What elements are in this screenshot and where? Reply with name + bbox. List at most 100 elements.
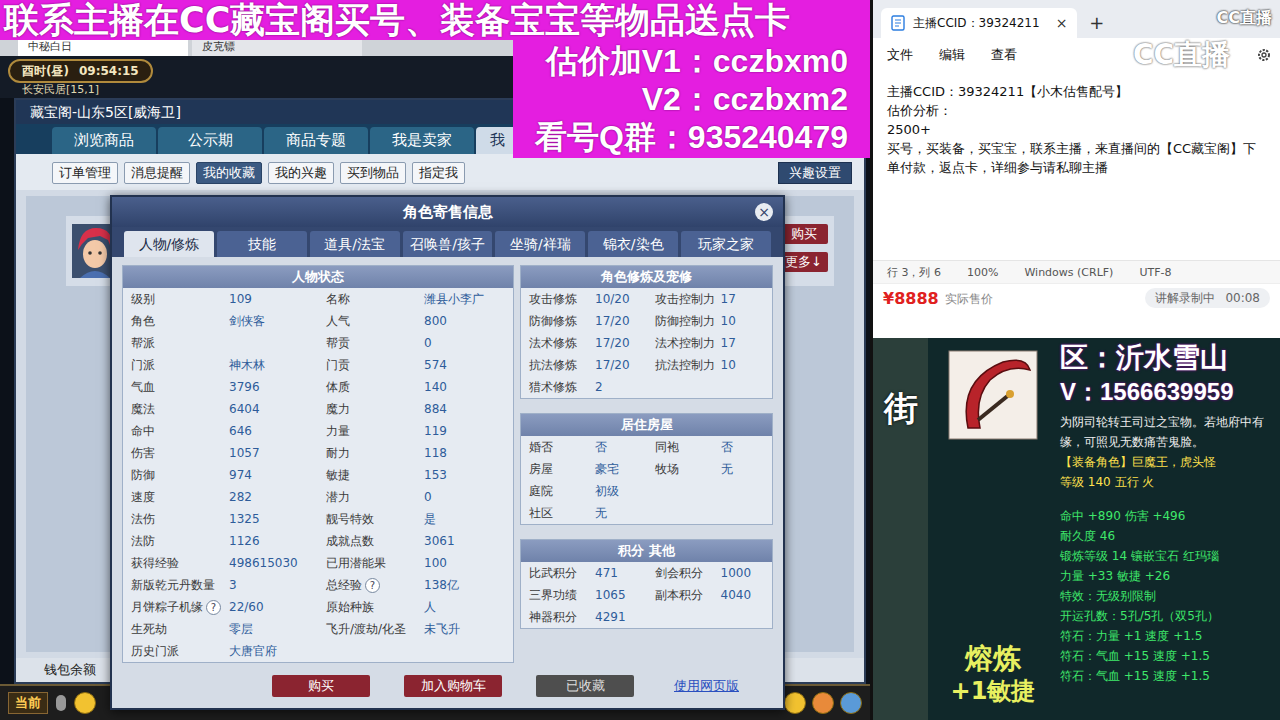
dialog-tab[interactable]: 坐骑/祥瑞 [495,231,585,257]
emote-icon[interactable] [74,692,96,714]
interest-settings-button[interactable]: 兴趣设置 [778,162,852,184]
info-grid: 婚否 否房屋 豪宅庭院 初级社区 无同袍 否牧场 无 [521,436,772,524]
info-value: 4040 [721,588,752,602]
info-row: 同袍 否 [647,436,773,458]
main-tab[interactable]: 公示期 [158,127,262,154]
dialog-tab[interactable]: 技能 [217,231,307,257]
stat-row: 已用潜能果 100 [318,552,513,574]
stat-label: 门派 [131,357,229,374]
menu-item[interactable]: 查看 [991,46,1017,64]
help-icon[interactable]: ? [365,578,380,593]
notepad-status-bar: 行 3，列 6100%Windows (CRLF)UTF-8 [873,260,1280,283]
system-icon[interactable] [840,692,862,714]
dialog-action-button[interactable]: 购买 [272,675,370,697]
stream-screen: 中秘白日皮克镖 酉时(昼) 09:54:15 长安民居[15,1] 藏宝阁-山东… [0,0,1280,720]
stat-row: 敏捷 153 [318,464,513,486]
stat-label: 原始种族 [326,599,424,616]
text-line: 主播CCID：39324211【小木估售配号】 [887,82,1266,101]
sub-tab[interactable]: 订单管理 [52,162,118,184]
info-row: 法术控制力 17 [647,332,773,354]
listing-action-button[interactable]: 更多↓ [779,252,828,272]
stat-label: 成就点数 [326,533,424,550]
notepad-text[interactable]: 主播CCID：39324211【小木估售配号】估价分析：2500+买号，买装备，… [873,72,1280,260]
main-tab[interactable]: 我是卖家 [370,127,474,154]
dialog-tab[interactable]: 玩家之家 [681,231,771,257]
info-section: 角色修炼及宠修 攻击修炼 10/20防御修炼 17/20法术修炼 17/20抗法… [520,265,773,399]
stat-row: 获得经验 498615030 [123,552,318,574]
dialog-title: 角色寄售信息 × [112,197,783,227]
info-value: 4291 [595,610,626,624]
stat-row: 法伤 1325 [123,508,318,530]
stat-label: 敏捷 [326,467,424,484]
stat-value: 574 [424,358,447,372]
stat-label: 门贡 [326,357,424,374]
info-row: 防御修炼 17/20 [521,310,647,332]
listing-action-button[interactable]: 购买 [779,224,828,244]
stat-value: 153 [424,468,447,482]
microphone-icon[interactable] [56,695,66,711]
dialog-tab[interactable]: 锦衣/染色 [588,231,678,257]
stat-label: 月饼粽子机缘? [131,599,229,616]
info-label: 房屋 [529,461,595,478]
browser-tab[interactable]: 皮克镖 [192,38,362,56]
help-icon[interactable]: ? [206,600,221,615]
smiley-icon[interactable] [784,692,806,714]
stat-label: 命中 [131,423,229,440]
menu-item[interactable]: 文件 [887,46,913,64]
info-row: 抗法修炼 17/20 [521,354,647,376]
info-row: 比武积分 471 [521,562,647,584]
stat-row: 伤害 1057 [123,442,318,464]
sub-tab[interactable]: 消息提醒 [124,162,190,184]
dialog-actions: 购买 加入购物车 已收藏 使用网页版 [112,664,783,708]
price-strip: ¥8888 实际售价 讲解录制中 00:08 [873,283,1280,338]
info-value: 17/20 [595,314,630,328]
notepad-window: 主播CCID：39324211 × + CC直播 文件编辑查看 CC直播 主播C… [873,0,1280,283]
main-tab[interactable]: 商品专题 [264,127,368,154]
new-tab-button[interactable]: + [1089,8,1104,38]
stat-label: 气血 [131,379,229,396]
stat-row: 魔法 6404 [123,398,318,420]
stat-row: 成就点数 3061 [318,530,513,552]
info-value: 1000 [721,566,752,580]
stat-value: 0 [424,490,432,504]
stat-row: 级别 109 [123,288,318,310]
promo-banner: 联系主播在CC藏宝阁买号、装备宝宝等物品送点卡 [0,0,870,40]
friend-icon[interactable] [812,692,834,714]
listing-actions: 购买更多↓ [779,224,828,272]
close-button[interactable]: × [755,203,773,221]
info-label: 婚否 [529,439,595,456]
stat-value: 800 [424,314,447,328]
dialog-tab[interactable]: 道具/法宝 [310,231,400,257]
dialog-tab[interactable]: 人物/修炼 [124,231,214,257]
main-tab[interactable]: 浏览商品 [52,127,156,154]
info-label: 猎术修炼 [529,379,595,396]
stat-row: 新版乾元丹数量 3 [123,574,318,596]
stat-label: 角色 [131,313,229,330]
info-label: 攻击修炼 [529,291,595,308]
right-column: 角色修炼及宠修 攻击修炼 10/20防御修炼 17/20法术修炼 17/20抗法… [520,265,773,629]
dialog-action-button[interactable]: 已收藏 [536,675,634,697]
sub-tab[interactable]: 指定我 [412,162,465,184]
stat-value: 零层 [229,621,253,638]
tab-close-button[interactable]: × [1056,15,1068,31]
stat-label: 魔法 [131,401,229,418]
browser-tab[interactable]: 中秘白日 [18,38,188,56]
notepad-tab[interactable]: 主播CCID：39324211 × [881,8,1077,38]
dialog-body: 人物状态 级别 109角色 剑侠客帮派 门派 神木林气血 3796魔法 6404… [112,257,783,664]
sub-tab[interactable]: 买到物品 [340,162,406,184]
dialog-action-button[interactable]: 加入购物车 [404,675,502,697]
stat-row: 历史门派 大唐官府 [123,640,318,662]
sub-tab[interactable]: 我的收藏 [196,162,262,184]
menu-item[interactable]: 编辑 [939,46,965,64]
channel-label[interactable]: 当前 [8,692,48,714]
item-tooltip: 区：沂水雪山 V：1566639959 为阴司轮转王司过之宝物。若地府中有缘，可… [1058,338,1280,720]
settings-gear-icon[interactable] [1256,47,1272,63]
dialog-tab[interactable]: 召唤兽/孩子 [403,231,493,257]
stat-value: 974 [229,468,252,482]
stat-value: 神木林 [229,357,265,374]
dialog-action-button[interactable]: 使用网页版 [668,675,745,697]
info-row: 三界功绩 1065 [521,584,647,606]
sub-tab[interactable]: 我的兴趣 [268,162,334,184]
clock-period: 酉时(昼) [22,63,69,79]
status-item: 行 3，列 6 [887,265,941,280]
